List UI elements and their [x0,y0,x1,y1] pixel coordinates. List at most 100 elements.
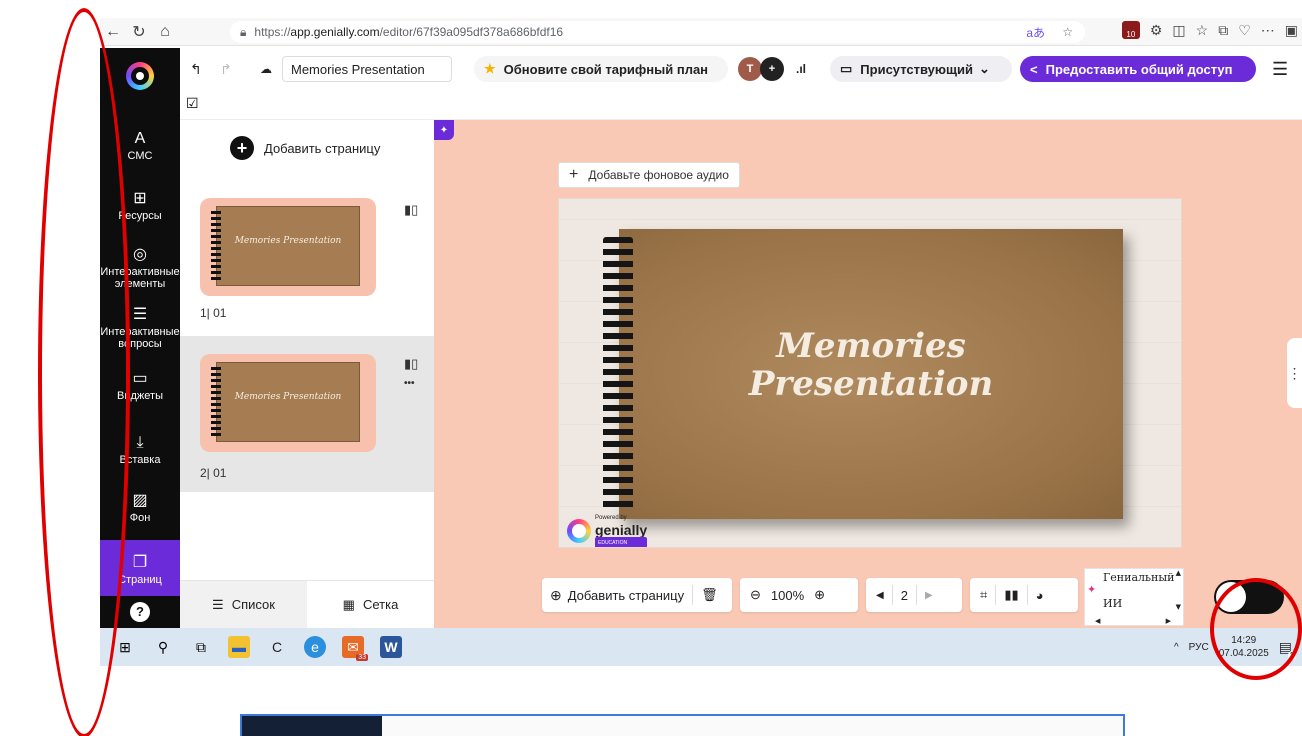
home-icon[interactable]: ⌂ [152,19,178,45]
thumbnail-notebook: Memories Presentation [211,362,360,442]
add-audio-button[interactable]: + Добавьте фоновое аудио [558,162,740,188]
health-icon[interactable]: ♡ [1238,22,1251,39]
screenshot-root: ← ↻ ⌂ 🔒︎ https://app.genially.com/editor… [0,0,1302,736]
zoom-level: 100% [770,587,805,603]
list-icon: ☰ [212,596,224,612]
pin-icon[interactable]: ✦ [434,120,454,140]
windows-start-icon[interactable]: ⊞ [114,636,136,658]
thumbnail-notebook: Memories Presentation [211,206,360,286]
chevron-up-icon[interactable]: ^ [1174,642,1179,653]
mail-badge: 33 [356,654,368,661]
page-actions: ⊕ Добавить страницу 🗑︎ [542,578,732,612]
zoom-out-icon[interactable]: ⊖ [750,587,761,603]
checklist-icon[interactable]: ☑ [186,95,199,112]
analytics-icon[interactable]: .ıl [796,56,806,82]
lock-icon: 🔒︎ [240,24,247,39]
language-indicator[interactable]: РУС [1189,642,1209,653]
tab-list[interactable]: ☰ Список [180,581,307,628]
add-page-bottom-button[interactable]: Добавить страницу [568,588,684,603]
add-page-button[interactable]: + Добавить страницу [230,136,380,160]
page-number: 2| 01 [200,466,227,480]
scroll-right-icon[interactable]: ▶ [1166,617,1171,625]
address-bar[interactable]: 🔒︎ https://app.genially.com/editor/67f39… [230,21,1085,43]
genially-logo-icon[interactable] [126,62,154,90]
share-button[interactable]: < Предоставить общий доступ [1020,56,1256,82]
collections-icon[interactable]: ⧉ [1218,22,1228,39]
view-tabs: ☰ Список ▦ Сетка [180,580,434,628]
presentation-title-input[interactable]: Memories Presentation [282,56,452,82]
page-thumbnail[interactable]: Memories Presentation [200,354,376,452]
current-page-number[interactable]: 2 [901,588,908,603]
star-icon: ★ [484,61,496,76]
presentation-icon: ▭ [840,61,853,76]
pages-panel: + Добавить страницу Memories Presentatio… [180,120,434,628]
add-circle-icon[interactable]: ⊕ [550,587,562,604]
extensions-icon[interactable]: ⚙︎ [1150,22,1163,39]
more-options-icon[interactable]: ••• [404,378,415,389]
slide-title[interactable]: Memories Presentation [619,327,1123,403]
reload-icon[interactable]: ↻ [126,19,152,45]
edge-icon[interactable]: e [304,636,326,658]
annotation-oval-left [38,8,130,736]
split-screen-icon[interactable]: ◫ [1172,22,1185,39]
next-page-icon[interactable]: ▶ [925,590,933,601]
grid-guides-icon[interactable]: ⌗ [980,587,987,603]
annotation-circle-right [1210,578,1302,680]
side-panel-handle[interactable]: ⋮ [1287,338,1302,408]
sidebar-toggle-icon[interactable]: ▣ [1285,22,1298,39]
scroll-left-icon[interactable]: ◀ [1095,617,1100,625]
ai-assistant-box[interactable]: ✦ Гениальный ИИ ▲ ▼ ◀ ▶ [1084,568,1184,626]
scroll-down-icon[interactable]: ▼ [1176,603,1181,611]
page-layout-icon[interactable]: ▮▯ [404,202,418,218]
palette-icon[interactable]: ◕ [1036,588,1044,603]
dual-view-icon[interactable]: ▮▮ [1004,587,1018,603]
slide[interactable]: Memories Presentation Powered by geniall… [558,198,1182,548]
redo-icon[interactable]: ↱ [220,56,232,82]
delete-icon[interactable]: 🗑︎ [701,587,718,603]
task-view-icon[interactable]: ⧉ [190,636,212,658]
scroll-up-icon[interactable]: ▲ [1176,569,1181,577]
page-navigation: ◀ 2 ▶ [866,578,962,612]
genially-app-icon[interactable]: C [266,636,288,658]
browser-toolbar: ← ↻ ⌂ 🔒︎ https://app.genially.com/editor… [100,18,1302,46]
present-button[interactable]: ▭ Присутствующий ⌄ [830,56,1012,82]
back-icon[interactable]: ← [100,19,126,45]
sparkle-icon: ✦ [1087,583,1097,596]
undo-icon[interactable]: ↰ [190,56,202,82]
page-thumbnail[interactable]: Memories Presentation [200,198,376,296]
secondary-toolbar: ☑ [180,90,1302,120]
translate-icon[interactable]: aあ [1026,24,1045,41]
grid-icon: ▦ [342,596,355,612]
extension-badge-icon[interactable]: 10 [1121,21,1140,39]
favorite-star-icon[interactable]: ☆ [1062,25,1073,39]
plus-icon: + [230,136,254,160]
page-layout-icon[interactable]: ▮▯ [404,356,418,372]
tab-grid[interactable]: ▦ Сетка [307,581,434,628]
menu-icon[interactable]: ☰ [1272,56,1288,82]
previous-page-icon[interactable]: ◀ [876,590,884,601]
view-options: ⌗ ▮▮ ◕ [970,578,1078,612]
page-number: 1| 01 [200,306,227,320]
file-explorer-icon[interactable]: ▬ [228,636,250,658]
cloud-icon: ☁ [260,62,272,76]
more-icon[interactable]: ⋯ [1261,22,1275,39]
help-icon: ? [130,602,150,622]
search-icon[interactable]: ⚲ [152,636,174,658]
genially-logo-icon [567,519,591,543]
plus-icon: + [569,166,579,183]
word-icon[interactable]: W [380,636,402,658]
page-card[interactable]: Memories Presentation ▮▯ 1| 01 [180,184,434,340]
mail-app-icon[interactable]: ✉ 33 [342,636,368,661]
zoom-in-icon[interactable]: ⊕ [814,587,825,603]
url-host: app.genially.com [290,25,380,39]
second-screenshot-fragment [240,714,1125,736]
windows-taskbar: ⊞ ⚲ ⧉ ▬ C e ✉ 33 W ^ РУС 14:29 07.04.2025… [100,628,1302,666]
upgrade-plan-button[interactable]: ★ Обновите свой тарифный план [474,56,728,82]
avatar[interactable]: T [738,57,762,81]
browser-extensions: 10 ⚙︎ ◫ ☆ ⧉ ♡ ⋯ ▣ [1121,21,1298,39]
share-icon: < [1030,61,1038,77]
page-card[interactable]: Memories Presentation ▮▯ ••• 2| 01 [180,336,434,492]
chevron-down-icon: ⌄ [978,61,990,76]
invite-user-icon[interactable]: + [760,57,784,81]
favorites-icon[interactable]: ☆ [1196,22,1209,39]
